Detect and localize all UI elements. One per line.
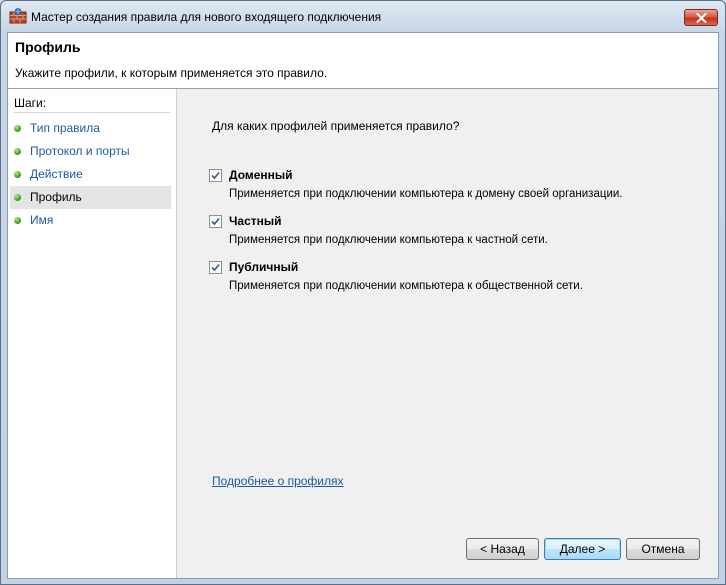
step-bullet-icon [14,194,21,201]
title-bar[interactable]: Мастер создания правила для нового входя… [1,1,725,31]
firewall-icon [9,8,27,24]
step-bullet-icon [14,217,21,224]
window-title: Мастер создания правила для нового входя… [31,10,382,24]
page-subtitle: Укажите профили, к которым применяется э… [15,66,328,80]
step-label: Имя [30,213,54,227]
private-label[interactable]: Частный [229,214,282,228]
step-profile[interactable]: Профиль [10,186,171,209]
steps-pane: Шаги: Тип правила Протокол и порты Дейст… [8,89,177,578]
step-label: Профиль [30,190,82,204]
close-button[interactable] [684,9,718,26]
profiles-question: Для каких профилей применяется правило? [212,119,460,133]
step-name[interactable]: Имя [10,209,171,232]
step-bullet-icon [14,125,21,132]
private-checkbox[interactable] [209,215,222,228]
cancel-button[interactable]: Отмена [626,538,700,560]
domain-description: Применяется при подключении компьютера к… [229,188,623,200]
steps-heading: Шаги: [14,96,170,113]
checkmark-icon [211,217,220,226]
step-label: Протокол и порты [30,144,130,158]
step-action[interactable]: Действие [10,163,171,186]
step-label: Тип правила [30,121,100,135]
wizard-header: Профиль Укажите профили, к которым приме… [8,33,718,89]
next-button[interactable]: Далее > [544,538,621,560]
page-title: Профиль [15,39,81,55]
back-button[interactable]: < Назад [466,538,539,560]
domain-label[interactable]: Доменный [229,168,293,182]
close-icon [696,13,707,23]
public-checkbox[interactable] [209,261,222,274]
private-description: Применяется при подключении компьютера к… [229,234,548,246]
learn-more-profiles-link[interactable]: Подробнее о профилях [212,474,344,488]
step-bullet-icon [14,171,21,178]
public-label[interactable]: Публичный [229,260,298,274]
domain-checkbox[interactable] [209,169,222,182]
step-protocol-ports[interactable]: Протокол и порты [10,140,171,163]
step-rule-type[interactable]: Тип правила [10,117,171,140]
checkmark-icon [211,263,220,272]
wizard-client-area: Профиль Укажите профили, к которым приме… [7,32,719,579]
step-label: Действие [30,167,83,181]
checkmark-icon [211,171,220,180]
wizard-window: Мастер создания правила для нового входя… [0,0,726,585]
step-bullet-icon [14,148,21,155]
public-description: Применяется при подключении компьютера к… [229,280,583,292]
